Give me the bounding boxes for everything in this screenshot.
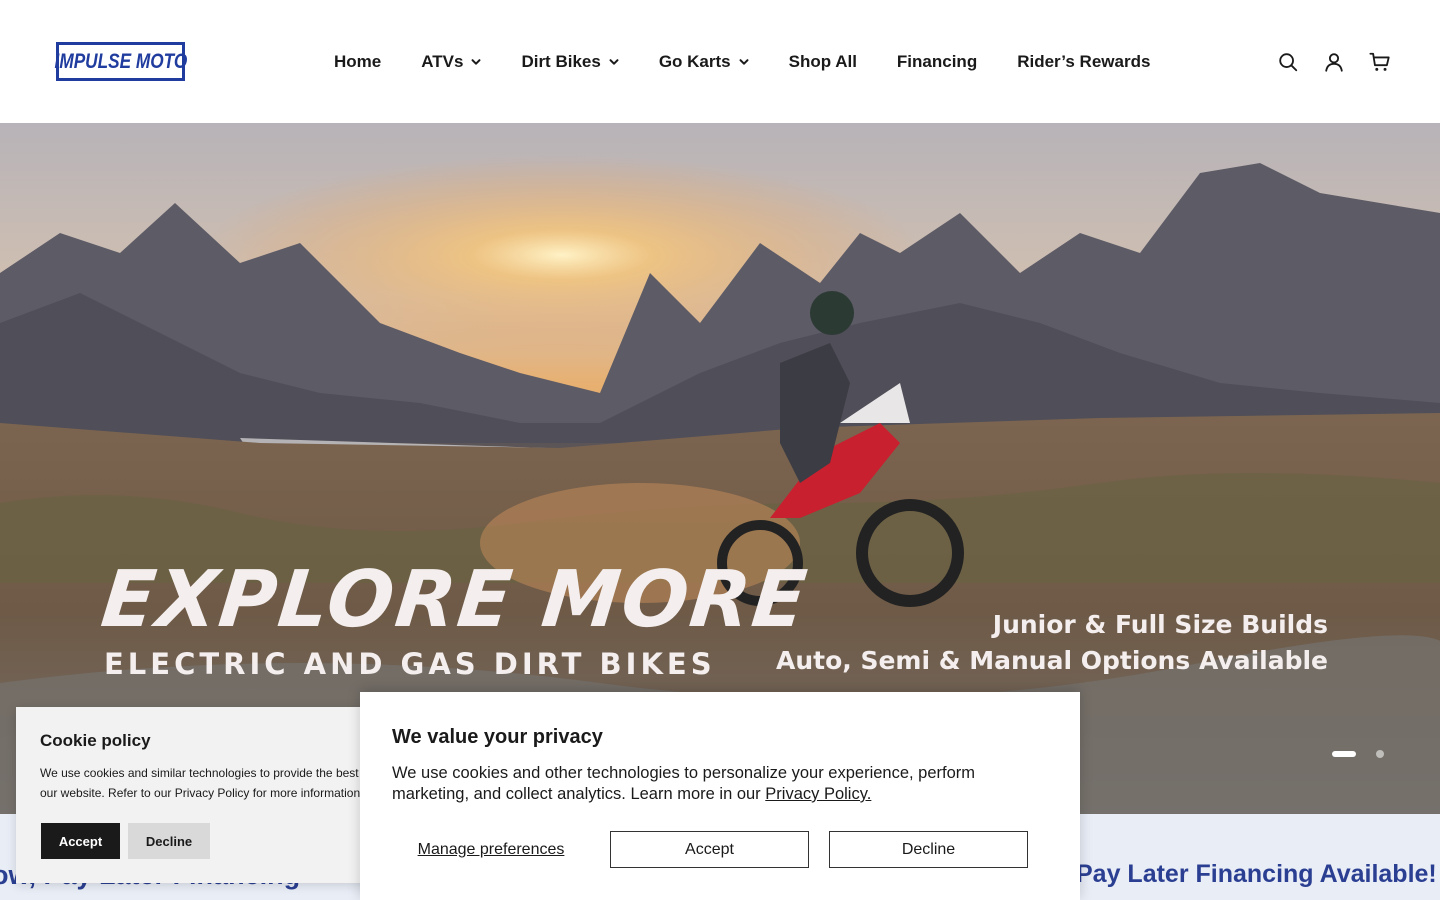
main-nav: Home ATVs Dirt Bikes Go Karts Shop All F… bbox=[334, 48, 1190, 76]
cookie-policy-title: Cookie policy bbox=[40, 731, 151, 750]
hero-subtitle: ELECTRIC AND GAS DIRT BIKES bbox=[104, 647, 716, 681]
nav-item-label: ATVs bbox=[421, 52, 464, 71]
manage-preferences-button[interactable]: Manage preferences bbox=[392, 831, 590, 868]
nav-item-label: Go Karts bbox=[658, 52, 731, 71]
privacy-actions: Manage preferences Accept Decline bbox=[392, 831, 1048, 868]
hero-feature-line: Auto, Semi & Manual Options Available bbox=[775, 646, 1328, 675]
cookie-policy-actions: Accept Decline bbox=[41, 823, 210, 859]
privacy-decline-button[interactable]: Decline bbox=[829, 831, 1028, 868]
privacy-accept-button[interactable]: Accept bbox=[610, 831, 809, 868]
nav-item-label: Financing bbox=[896, 52, 978, 71]
nav-item-riders-rewards[interactable]: Rider’s Rewards bbox=[1017, 52, 1150, 72]
slide-pagination bbox=[1332, 750, 1384, 758]
nav-item-label: Dirt Bikes bbox=[521, 52, 601, 71]
brand-logo[interactable]: IMPULSE MOTO bbox=[54, 42, 187, 81]
nav-item-label: Rider’s Rewards bbox=[1017, 52, 1151, 71]
hero-feature-line: Junior & Full Size Builds bbox=[992, 610, 1328, 639]
nav-item-financing[interactable]: Financing bbox=[897, 52, 977, 72]
chevron-down-icon bbox=[739, 57, 749, 67]
hero-features: Junior & Full Size Builds Auto, Semi & M… bbox=[776, 607, 1328, 679]
chevron-down-icon bbox=[609, 57, 619, 67]
nav-item-atvs[interactable]: ATVs bbox=[421, 52, 481, 72]
hero-title: EXPLORE MORE bbox=[97, 555, 813, 645]
privacy-consent-dialog: We value your privacy We use cookies and… bbox=[360, 692, 1080, 900]
account-icon[interactable] bbox=[1322, 50, 1346, 74]
nav-item-shop-all[interactable]: Shop All bbox=[789, 52, 857, 72]
nav-item-go-karts[interactable]: Go Karts bbox=[659, 52, 749, 72]
privacy-body: We use cookies and other technologies to… bbox=[392, 763, 1048, 805]
nav-item-home[interactable]: Home bbox=[334, 52, 381, 72]
slide-dot-active[interactable] bbox=[1332, 751, 1356, 757]
privacy-body-text: We use cookies and other technologies to… bbox=[392, 764, 976, 803]
cookie-decline-button[interactable]: Decline bbox=[128, 823, 210, 859]
search-icon[interactable] bbox=[1276, 50, 1300, 74]
privacy-title: We value your privacy bbox=[392, 726, 603, 748]
chevron-down-icon bbox=[471, 57, 481, 67]
slide-dot[interactable] bbox=[1376, 750, 1384, 758]
cookie-policy-banner: Cookie policy We use cookies and similar… bbox=[16, 707, 376, 883]
nav-item-label: Shop All bbox=[788, 52, 857, 71]
announcement-text: Pay Later Financing Available! bbox=[1076, 860, 1437, 888]
cookie-policy-text: our website. Refer to our Privacy Policy… bbox=[40, 786, 364, 800]
nav-item-dirt-bikes[interactable]: Dirt Bikes bbox=[521, 52, 619, 72]
header-actions bbox=[1254, 50, 1392, 74]
cookie-accept-button[interactable]: Accept bbox=[41, 823, 120, 859]
privacy-policy-link[interactable]: Privacy Policy. bbox=[765, 785, 871, 803]
cart-icon[interactable] bbox=[1368, 50, 1392, 74]
site-header: IMPULSE MOTO Home ATVs Dirt Bikes Go Kar… bbox=[0, 0, 1440, 123]
brand-logo-text: IMPULSE MOTO bbox=[54, 49, 187, 73]
nav-item-label: Home bbox=[334, 52, 382, 71]
cookie-policy-text: We use cookies and similar technologies … bbox=[40, 766, 369, 780]
